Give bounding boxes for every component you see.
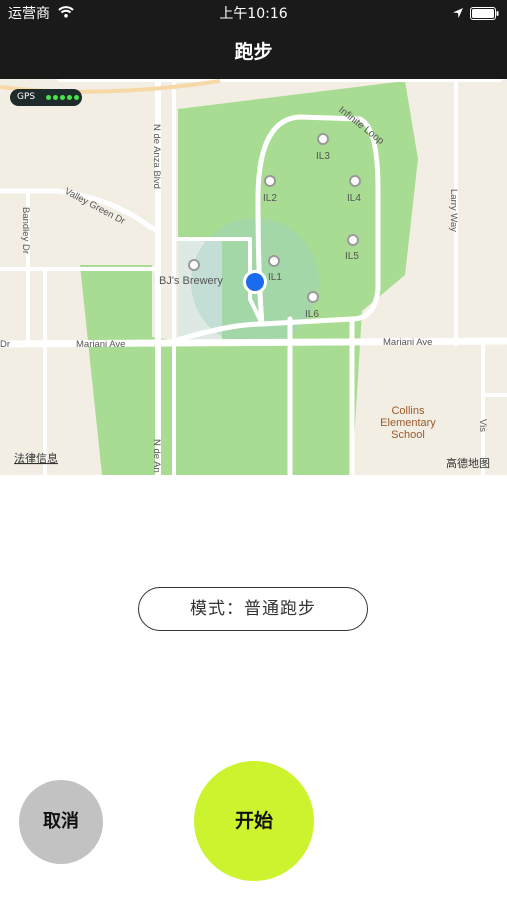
label-il2: IL2 <box>263 193 277 204</box>
label-de-anza-upper: N de Anza Blvd <box>151 124 162 189</box>
label-de-anza-lower: N de An <box>151 439 162 473</box>
label-bjs-brewery: BJ's Brewery <box>159 275 223 287</box>
label-il5: IL5 <box>345 251 359 262</box>
label-larry-way: Larry Way <box>448 189 459 232</box>
map-legal-link[interactable]: 法律信息 <box>14 451 58 465</box>
mode-label: 模式：普通跑步 <box>190 599 316 619</box>
map-brand-logo: 高德地图 <box>446 456 490 470</box>
map-canvas: Infinite Loop Valley Green Dr Bandley Dr… <box>0 79 507 475</box>
label-bandley: Bandley Dr <box>20 207 31 254</box>
cancel-button[interactable]: 取消 <box>19 780 103 864</box>
label-il4: IL4 <box>347 193 361 204</box>
label-il3: IL3 <box>316 151 330 162</box>
gps-signal-badge: GPS <box>10 89 82 106</box>
label-school-line1: Collins <box>391 405 425 417</box>
label-il1: IL1 <box>268 272 282 283</box>
start-button[interactable]: 开始 <box>194 761 314 881</box>
label-mariani-right: Mariani Ave <box>383 337 432 348</box>
battery-icon <box>470 7 499 20</box>
mode-selector[interactable]: 模式：普通跑步 <box>138 587 368 631</box>
label-school-line3: School <box>391 429 425 441</box>
label-school-line2: Elementary <box>380 417 436 429</box>
page-title: 跑步 <box>234 41 273 63</box>
cancel-label: 取消 <box>43 811 79 832</box>
location-arrow-icon <box>453 8 463 18</box>
gps-label: GPS <box>17 92 36 102</box>
label-il6: IL6 <box>305 309 319 320</box>
status-time: 上午10:16 <box>219 6 288 22</box>
label-mariani-left: Mariani Ave <box>76 339 125 350</box>
label-dr-left: Dr <box>0 339 10 350</box>
map-view[interactable]: Infinite Loop Valley Green Dr Bandley Dr… <box>0 79 507 475</box>
label-vis: Vis <box>477 419 488 432</box>
gps-signal-icon <box>46 95 81 100</box>
top-bar: 运营商 上午10:16 跑步 <box>0 0 507 79</box>
start-label: 开始 <box>234 810 273 832</box>
running-screen: 运营商 上午10:16 跑步 Infinite Loop Valley Gree… <box>0 0 507 900</box>
